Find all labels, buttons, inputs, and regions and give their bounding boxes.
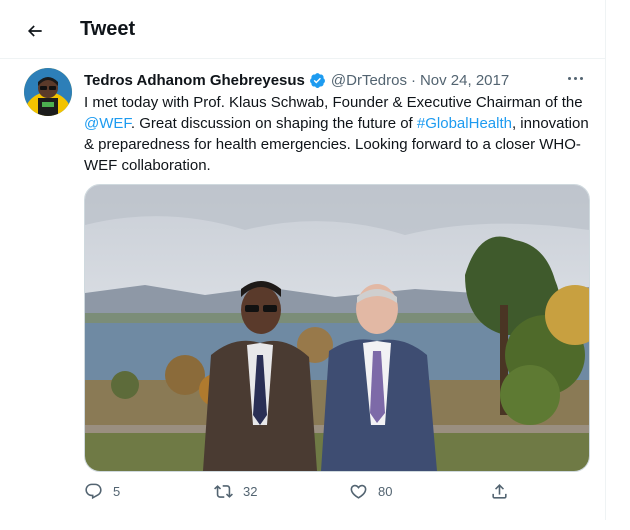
tweet-text-part: . Great discussion on shaping the future… <box>130 115 417 132</box>
tweet-page: Tweet Tedros Adhanom Ghebreyesus @DrTedr… <box>0 0 606 520</box>
tweet-photo[interactable] <box>84 184 590 472</box>
heart-icon <box>350 484 367 499</box>
back-button[interactable] <box>22 18 48 44</box>
tweet-text: I met today with Prof. Klaus Schwab, Fou… <box>84 92 594 176</box>
page-title: Tweet <box>80 18 136 40</box>
avatar-image <box>24 68 72 116</box>
tweet-text-part: I met today with Prof. Klaus Schwab, Fou… <box>84 94 583 111</box>
mention-link[interactable]: @WEF <box>84 115 131 132</box>
hashtag-link[interactable]: #GlobalHealth <box>417 115 512 132</box>
reply-count: 5 <box>113 484 121 499</box>
author-name[interactable]: Tedros Adhanom Ghebreyesus <box>84 72 305 89</box>
like-button[interactable]: 80 <box>349 482 392 501</box>
share-button[interactable] <box>490 482 519 501</box>
retweet-button[interactable]: 32 <box>214 482 257 501</box>
reply-button[interactable]: 5 <box>84 482 120 501</box>
tweet-header: Tedros Adhanom Ghebreyesus @DrTedros · N… <box>84 70 575 90</box>
retweet-icon <box>214 485 233 498</box>
share-icon <box>492 484 507 499</box>
more-options-button[interactable] <box>563 68 587 88</box>
page-header: Tweet <box>0 0 605 59</box>
tweet-date[interactable]: Nov 24, 2017 <box>420 72 509 89</box>
avatar[interactable] <box>24 68 72 116</box>
photo-image <box>85 185 589 471</box>
like-count: 80 <box>378 484 393 499</box>
reply-icon <box>85 483 102 500</box>
verified-badge-icon <box>309 72 325 88</box>
author-handle[interactable]: @DrTedros <box>331 72 407 89</box>
separator-dot: · <box>410 71 416 89</box>
more-horizontal-icon <box>567 76 571 80</box>
arrow-left-icon <box>27 25 42 37</box>
tweet-actions: 5 32 80 <box>84 482 524 506</box>
tweet: Tedros Adhanom Ghebreyesus @DrTedros · N… <box>0 58 605 520</box>
retweet-count: 32 <box>243 484 258 499</box>
